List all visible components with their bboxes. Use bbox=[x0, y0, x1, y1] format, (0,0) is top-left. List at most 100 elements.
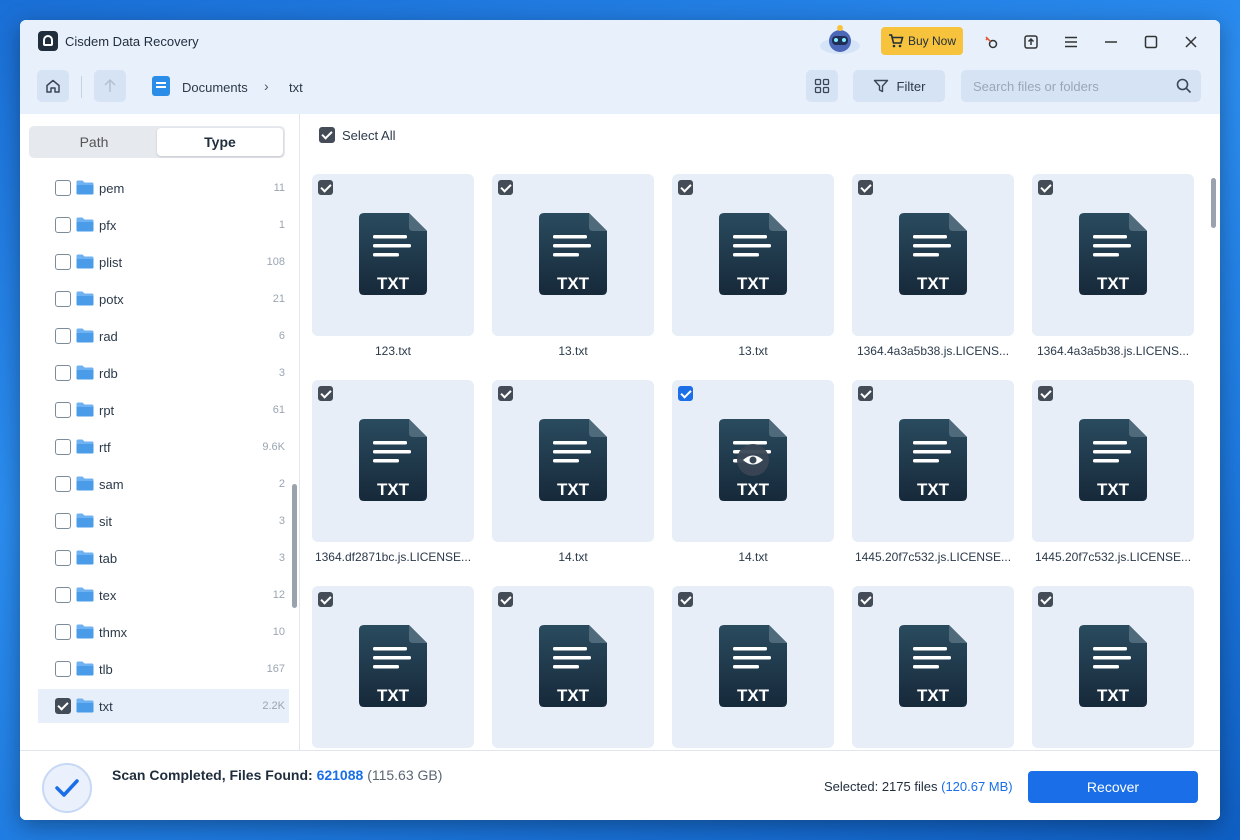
type-checkbox[interactable] bbox=[55, 624, 71, 640]
file-checkbox[interactable] bbox=[1038, 180, 1053, 195]
type-checkbox[interactable] bbox=[55, 439, 71, 455]
type-row-sit[interactable]: sit 3 bbox=[38, 504, 289, 538]
type-checkbox[interactable] bbox=[55, 587, 71, 603]
robot-assistant-icon[interactable] bbox=[818, 24, 862, 56]
recover-button[interactable]: Recover bbox=[1028, 771, 1198, 803]
grid-view-button[interactable] bbox=[806, 70, 838, 102]
file-thumbnail[interactable]: TXT bbox=[492, 174, 654, 336]
file-card[interactable]: TXT bbox=[852, 586, 1014, 750]
sidebar-scrollbar[interactable] bbox=[292, 484, 297, 608]
file-card[interactable]: TXT 14.txt bbox=[672, 380, 834, 570]
type-row-pfx[interactable]: pfx 1 bbox=[38, 208, 289, 242]
file-card[interactable]: TXT 14.txt bbox=[492, 380, 654, 570]
type-row-thmx[interactable]: thmx 10 bbox=[38, 615, 289, 649]
file-card[interactable]: TXT 1364.df2871bc.js.LICENSE... bbox=[312, 380, 474, 570]
file-card[interactable]: TXT 1364.4a3a5b38.js.LICENS... bbox=[1032, 174, 1194, 364]
type-row-potx[interactable]: potx 21 bbox=[38, 282, 289, 316]
type-row-rad[interactable]: rad 6 bbox=[38, 319, 289, 353]
file-checkbox[interactable] bbox=[498, 386, 513, 401]
file-checkbox[interactable] bbox=[318, 180, 333, 195]
type-row-pem[interactable]: pem 11 bbox=[38, 171, 289, 205]
file-thumbnail[interactable]: TXT bbox=[1032, 586, 1194, 748]
select-all-checkbox[interactable] bbox=[319, 127, 335, 143]
type-row-tlb[interactable]: tlb 167 bbox=[38, 652, 289, 686]
file-checkbox[interactable] bbox=[858, 386, 873, 401]
filter-button[interactable]: Filter bbox=[853, 70, 945, 102]
file-thumbnail[interactable]: TXT bbox=[672, 380, 834, 542]
maximize-icon[interactable] bbox=[1140, 31, 1162, 53]
breadcrumb-txt[interactable]: txt bbox=[289, 80, 303, 95]
type-checkbox[interactable] bbox=[55, 550, 71, 566]
breadcrumb-documents[interactable]: Documents bbox=[182, 80, 248, 95]
file-checkbox[interactable] bbox=[318, 592, 333, 607]
file-card[interactable]: TXT 1445.20f7c532.js.LICENSE... bbox=[852, 380, 1014, 570]
file-card[interactable]: TXT 13.txt bbox=[672, 174, 834, 364]
file-thumbnail[interactable]: TXT bbox=[312, 380, 474, 542]
minimize-icon[interactable] bbox=[1100, 31, 1122, 53]
file-thumbnail[interactable]: TXT bbox=[1032, 174, 1194, 336]
type-row-txt[interactable]: txt 2.2K bbox=[38, 689, 289, 723]
search-box[interactable] bbox=[961, 70, 1201, 102]
folder-icon bbox=[76, 624, 94, 639]
upload-icon[interactable] bbox=[1020, 31, 1042, 53]
file-card[interactable]: TXT 13.txt bbox=[492, 174, 654, 364]
file-card[interactable]: TXT bbox=[672, 586, 834, 750]
file-thumbnail[interactable]: TXT bbox=[492, 586, 654, 748]
type-checkbox[interactable] bbox=[55, 180, 71, 196]
type-checkbox[interactable] bbox=[55, 513, 71, 529]
tab-path[interactable]: Path bbox=[31, 128, 157, 156]
file-checkbox[interactable] bbox=[858, 180, 873, 195]
file-card[interactable]: TXT 1445.20f7c532.js.LICENSE... bbox=[1032, 380, 1194, 570]
type-checkbox[interactable] bbox=[55, 291, 71, 307]
file-thumbnail[interactable]: TXT bbox=[852, 586, 1014, 748]
file-type-badge: TXT bbox=[557, 686, 590, 705]
close-icon[interactable] bbox=[1180, 31, 1202, 53]
type-checkbox[interactable] bbox=[55, 661, 71, 677]
file-checkbox[interactable] bbox=[498, 592, 513, 607]
file-checkbox[interactable] bbox=[1038, 386, 1053, 401]
file-checkbox[interactable] bbox=[858, 592, 873, 607]
file-thumbnail[interactable]: TXT bbox=[672, 586, 834, 748]
type-checkbox[interactable] bbox=[55, 402, 71, 418]
file-thumbnail[interactable]: TXT bbox=[1032, 380, 1194, 542]
file-grid-scrollbar[interactable] bbox=[1211, 178, 1216, 228]
menu-icon[interactable] bbox=[1060, 31, 1082, 53]
file-thumbnail[interactable]: TXT bbox=[852, 380, 1014, 542]
type-row-rdb[interactable]: rdb 3 bbox=[38, 356, 289, 390]
type-checkbox[interactable] bbox=[55, 365, 71, 381]
search-input[interactable] bbox=[973, 77, 1169, 95]
up-button[interactable] bbox=[94, 70, 126, 102]
file-checkbox[interactable] bbox=[318, 386, 333, 401]
buy-now-button[interactable]: Buy Now bbox=[881, 27, 963, 55]
type-checkbox[interactable] bbox=[55, 217, 71, 233]
file-checkbox[interactable] bbox=[678, 386, 693, 401]
file-card[interactable]: TXT 1364.4a3a5b38.js.LICENS... bbox=[852, 174, 1014, 364]
file-card[interactable]: TXT 123.txt bbox=[312, 174, 474, 364]
key-icon[interactable] bbox=[980, 31, 1002, 53]
file-card[interactable]: TXT bbox=[312, 586, 474, 750]
file-checkbox[interactable] bbox=[498, 180, 513, 195]
file-checkbox[interactable] bbox=[678, 180, 693, 195]
type-row-plist[interactable]: plist 108 bbox=[38, 245, 289, 279]
file-checkbox[interactable] bbox=[678, 592, 693, 607]
tab-type[interactable]: Type bbox=[157, 128, 283, 156]
type-row-tex[interactable]: tex 12 bbox=[38, 578, 289, 612]
type-row-rpt[interactable]: rpt 61 bbox=[38, 393, 289, 427]
file-thumbnail[interactable]: TXT bbox=[312, 586, 474, 748]
type-checkbox[interactable] bbox=[55, 328, 71, 344]
file-thumbnail[interactable]: TXT bbox=[672, 174, 834, 336]
type-row-sam[interactable]: sam 2 bbox=[38, 467, 289, 501]
type-row-rtf[interactable]: rtf 9.6K bbox=[38, 430, 289, 464]
file-thumbnail[interactable]: TXT bbox=[492, 380, 654, 542]
type-checkbox[interactable] bbox=[55, 476, 71, 492]
home-button[interactable] bbox=[37, 70, 69, 102]
file-thumbnail[interactable]: TXT bbox=[312, 174, 474, 336]
file-checkbox[interactable] bbox=[1038, 592, 1053, 607]
file-card[interactable]: TXT bbox=[492, 586, 654, 750]
type-checkbox[interactable] bbox=[55, 698, 71, 714]
type-checkbox[interactable] bbox=[55, 254, 71, 270]
search-icon[interactable] bbox=[1175, 77, 1193, 95]
type-row-tab[interactable]: tab 3 bbox=[38, 541, 289, 575]
file-card[interactable]: TXT bbox=[1032, 586, 1194, 750]
file-thumbnail[interactable]: TXT bbox=[852, 174, 1014, 336]
